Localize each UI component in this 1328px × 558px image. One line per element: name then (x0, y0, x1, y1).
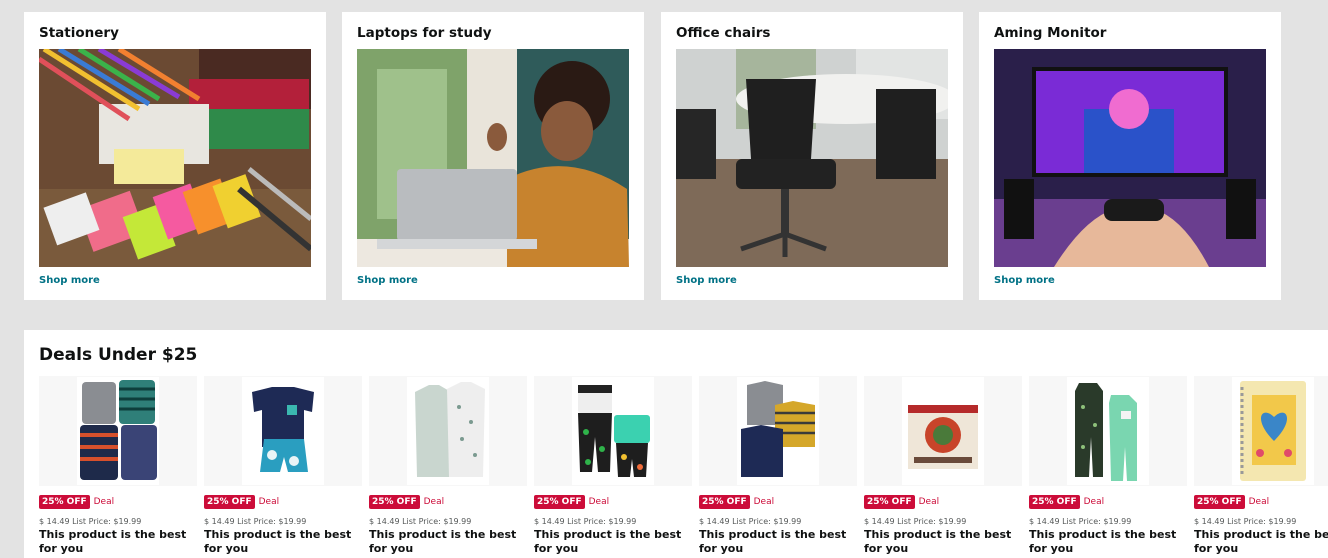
deal-product-image[interactable] (1194, 376, 1328, 486)
shop-more-link[interactable]: Shop more (676, 275, 737, 286)
deal-item[interactable]: 25% OFF Deal $ 14.49 List Price: $19.99 … (864, 376, 1022, 558)
deal-label: Deal (753, 497, 775, 507)
discount-badge: 25% OFF (39, 495, 90, 509)
card-title: Laptops for study (357, 25, 492, 41)
deal-product-image[interactable] (369, 376, 527, 486)
price-text: $ 14.49 List Price: $19.99 (864, 517, 967, 526)
product-description[interactable]: This product is the best for you (369, 528, 527, 556)
price-text: $ 14.49 List Price: $19.99 (369, 517, 472, 526)
deal-item[interactable]: 25% OFF Deal $ 14.49 List Price: $19.99 … (1194, 376, 1328, 558)
discount-badge: 25% OFF (369, 495, 420, 509)
discount-badge: 25% OFF (1029, 495, 1080, 509)
deals-section: Deals Under $25 25% OFF Deal $ 14.49 Lis… (24, 330, 1328, 558)
deal-item[interactable]: 25% OFF Deal $ 14.49 List Price: $19.99 … (699, 376, 857, 558)
deal-label: Deal (1248, 497, 1270, 507)
deal-product-image[interactable] (699, 376, 857, 486)
shop-more-link[interactable]: Shop more (994, 275, 1055, 286)
price-text: $ 14.49 List Price: $19.99 (534, 517, 637, 526)
deal-item[interactable]: 25% OFF Deal $ 14.49 List Price: $19.99 … (1029, 376, 1187, 558)
deal-product-image[interactable] (39, 376, 197, 486)
discount-badge: 25% OFF (1194, 495, 1245, 509)
deal-label: Deal (588, 497, 610, 507)
discount-badge: 25% OFF (699, 495, 750, 509)
deal-label: Deal (918, 497, 940, 507)
deal-product-image[interactable] (534, 376, 692, 486)
category-card-laptops: Laptops for study Shop more (342, 12, 644, 300)
card-title: Office chairs (676, 25, 771, 41)
monitor-image[interactable] (994, 49, 1266, 267)
price-text: $ 14.49 List Price: $19.99 (699, 517, 802, 526)
deals-title: Deals Under $25 (39, 345, 198, 365)
category-card-monitor: Aming Monitor Shop more (979, 12, 1281, 300)
price-text: $ 14.49 List Price: $19.99 (1029, 517, 1132, 526)
deal-label: Deal (93, 497, 115, 507)
product-description[interactable]: This product is the best for you (204, 528, 362, 556)
deal-product-image[interactable] (864, 376, 1022, 486)
laptops-image[interactable] (357, 49, 629, 267)
category-card-office-chairs: Office chairs Shop more (661, 12, 963, 300)
deal-item[interactable]: 25% OFF Deal $ 14.49 List Price: $19.99 … (534, 376, 692, 558)
deal-label: Deal (258, 497, 280, 507)
discount-badge: 25% OFF (204, 495, 255, 509)
card-title: Stationery (39, 25, 119, 41)
card-title: Aming Monitor (994, 25, 1107, 41)
deal-item[interactable]: 25% OFF Deal $ 14.49 List Price: $19.99 … (204, 376, 362, 558)
deal-product-image[interactable] (204, 376, 362, 486)
shop-more-link[interactable]: Shop more (39, 275, 100, 286)
product-description[interactable]: This product is the best for you (699, 528, 857, 556)
deal-item[interactable]: 25% OFF Deal $ 14.49 List Price: $19.99 … (39, 376, 197, 558)
shop-more-link[interactable]: Shop more (357, 275, 418, 286)
deal-label: Deal (1083, 497, 1105, 507)
product-description[interactable]: This product is the best for you (39, 528, 197, 556)
discount-badge: 25% OFF (864, 495, 915, 509)
product-description[interactable]: This product is the best for you (1029, 528, 1187, 556)
price-text: $ 14.49 List Price: $19.99 (1194, 517, 1297, 526)
price-text: $ 14.49 List Price: $19.99 (204, 517, 307, 526)
product-description[interactable]: This product is the best for you (864, 528, 1022, 556)
office-chairs-image[interactable] (676, 49, 948, 267)
price-text: $ 14.49 List Price: $19.99 (39, 517, 142, 526)
product-description[interactable]: This product is the best for you (1194, 528, 1328, 556)
stationery-image[interactable] (39, 49, 311, 267)
discount-badge: 25% OFF (534, 495, 585, 509)
deal-label: Deal (423, 497, 445, 507)
deal-item[interactable]: 25% OFF Deal $ 14.49 List Price: $19.99 … (369, 376, 527, 558)
category-card-stationery: Stationery Shop more (24, 12, 326, 300)
product-description[interactable]: This product is the best for you (534, 528, 692, 556)
deal-product-image[interactable] (1029, 376, 1187, 486)
